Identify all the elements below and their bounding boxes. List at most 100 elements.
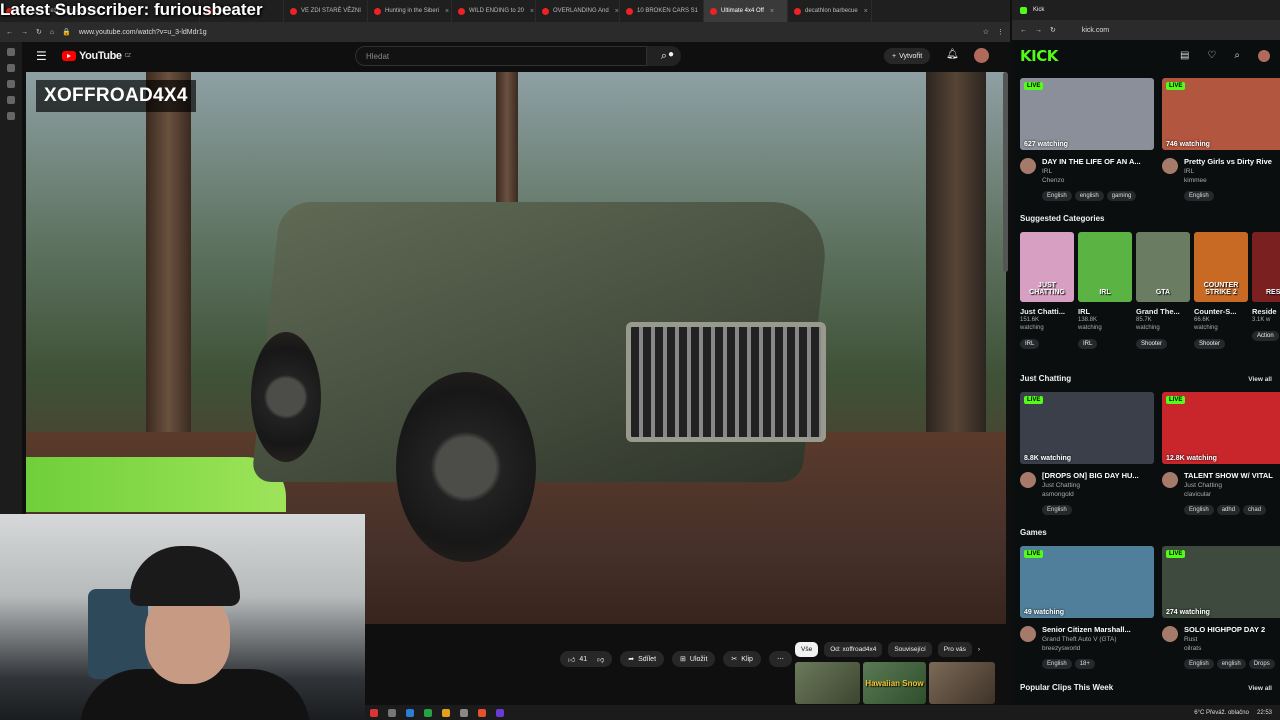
avatar[interactable] xyxy=(974,48,989,63)
close-icon[interactable]: × xyxy=(615,8,619,15)
category-name[interactable]: Reside xyxy=(1252,307,1280,316)
category-card[interactable]: GTA Grand The... 85.7K watching Shooter xyxy=(1136,232,1190,350)
sidebar-icon[interactable] xyxy=(7,80,15,88)
taskbar-app-icon[interactable] xyxy=(406,708,414,717)
tag[interactable]: English xyxy=(1184,191,1214,201)
stream-thumbnail[interactable]: LIVE 12.8K watching xyxy=(1162,392,1280,464)
sidebar-icon[interactable] xyxy=(7,96,15,104)
stream-category[interactable]: IRL xyxy=(1042,168,1052,175)
recommended-thumbnail[interactable]: Hawaiian Snow xyxy=(863,662,926,704)
category-image[interactable]: IRL xyxy=(1078,232,1132,302)
tag[interactable]: English xyxy=(1184,505,1214,515)
stream-category[interactable]: Grand Theft Auto V (GTA) xyxy=(1042,636,1117,643)
kick-url-field[interactable]: kick.com xyxy=(1082,27,1109,34)
tag[interactable]: English xyxy=(1042,191,1072,201)
reload-icon[interactable]: ↻ xyxy=(1050,26,1056,34)
kick-tab[interactable]: Kick xyxy=(1012,0,1280,20)
mic-icon[interactable]: ● xyxy=(668,49,674,60)
streamer-name[interactable]: oilrats xyxy=(1184,645,1201,652)
category-card[interactable]: JUST CHATTING Just Chatti... 151.6K watchin… xyxy=(1020,232,1074,350)
avatar[interactable] xyxy=(1162,472,1178,488)
forward-icon[interactable]: → xyxy=(1035,27,1042,34)
stream-card[interactable]: LIVE 746 watching Pretty Girls vs Dirty Ri… xyxy=(1162,78,1280,201)
tag[interactable]: chad xyxy=(1243,505,1267,515)
stream-card[interactable]: LIVE 627 watching DAY IN THE LIFE OF AN A.… xyxy=(1020,78,1154,201)
reload-icon[interactable]: ↻ xyxy=(36,28,42,36)
stream-thumbnail[interactable]: LIVE 746 watching xyxy=(1162,78,1280,150)
clip-button[interactable]: ✂ Klip xyxy=(723,651,761,667)
category-image[interactable]: RESIDE xyxy=(1252,232,1280,302)
close-icon[interactable]: × xyxy=(864,8,868,15)
kick-logo[interactable]: KICK xyxy=(1020,47,1058,65)
store-icon[interactable]: ▤ xyxy=(1180,50,1189,62)
tag[interactable]: adhd xyxy=(1216,505,1241,515)
avatar[interactable] xyxy=(1162,158,1178,174)
search-input[interactable]: Hledat xyxy=(355,46,647,66)
stream-thumbnail[interactable]: LIVE 627 watching xyxy=(1020,78,1154,150)
clock[interactable]: 22:53 xyxy=(1257,710,1272,716)
taskbar-app-icon[interactable] xyxy=(424,708,432,717)
stream-title[interactable]: TALENT SHOW W/ VITAL xyxy=(1184,471,1273,480)
filter-chip[interactable]: Související xyxy=(888,642,932,657)
taskbar-app-icon[interactable] xyxy=(370,708,378,717)
browser-tab[interactable]: OVERLANDING And × xyxy=(536,0,620,22)
taskbar-app-icon[interactable] xyxy=(478,708,486,717)
streamer-name[interactable]: kimmee xyxy=(1184,177,1207,184)
browser-tab[interactable]: Ultimate 4x4 Off × xyxy=(704,0,788,22)
category-name[interactable]: Grand The... xyxy=(1136,307,1190,316)
browser-tab[interactable]: WILD ENDING to 20 × xyxy=(452,0,536,22)
stream-category[interactable]: IRL xyxy=(1184,168,1194,175)
more-button[interactable]: ⋯ xyxy=(768,651,792,667)
stream-title[interactable]: Senior Citizen Marshall... xyxy=(1042,625,1131,634)
category-name[interactable]: Just Chatti... xyxy=(1020,307,1074,316)
stream-thumbnail[interactable]: LIVE 49 watching xyxy=(1020,546,1154,618)
category-card[interactable]: RESIDE Reside3.1K w Action xyxy=(1252,232,1280,342)
category-image[interactable]: COUNTER STRIKE 2 xyxy=(1194,232,1248,302)
thumbs-down-icon[interactable]: 👎︎ xyxy=(597,655,604,664)
share-button[interactable]: ➦ Sdílet xyxy=(620,651,665,667)
recommended-thumbnail[interactable] xyxy=(795,662,860,704)
taskbar-app-icon[interactable] xyxy=(460,708,468,717)
bookmark-icon[interactable]: ☆ xyxy=(983,28,989,36)
taskbar-app-icon[interactable] xyxy=(496,708,504,717)
search-icon[interactable]: ⌕ xyxy=(1234,50,1240,62)
avatar[interactable] xyxy=(1020,158,1036,174)
tag[interactable]: english xyxy=(1216,659,1246,669)
sidebar-icon[interactable] xyxy=(7,64,15,72)
chevron-right-icon[interactable]: › xyxy=(978,646,980,653)
close-icon[interactable]: × xyxy=(530,8,534,15)
url-field[interactable]: www.youtube.com/watch?v=u_3-ldMdr1g xyxy=(79,29,975,36)
avatar[interactable] xyxy=(1020,472,1036,488)
category-name[interactable]: Counter-S... xyxy=(1194,307,1248,316)
streamer-name[interactable]: clavicular xyxy=(1184,491,1211,498)
tag[interactable]: IRL xyxy=(1020,339,1040,349)
tag[interactable]: Action xyxy=(1252,331,1279,341)
close-icon[interactable]: × xyxy=(770,8,774,15)
category-name[interactable]: IRL xyxy=(1078,307,1132,316)
streamer-name[interactable]: breezysworld xyxy=(1042,645,1080,652)
back-icon[interactable]: ← xyxy=(1020,27,1027,34)
streamer-name[interactable]: asmongold xyxy=(1042,491,1074,498)
stream-title[interactable]: SOLO HIGHPOP DAY 2 xyxy=(1184,625,1265,634)
filter-chip[interactable]: Pro vás xyxy=(937,642,972,657)
search-button[interactable]: ⌕ xyxy=(647,46,681,66)
taskbar-app-icon[interactable] xyxy=(388,708,396,717)
tag[interactable]: gaming xyxy=(1106,191,1137,201)
sidebar-icon[interactable] xyxy=(7,112,15,120)
tag[interactable]: english xyxy=(1074,191,1104,201)
stream-category[interactable]: Just Chatting xyxy=(1042,482,1080,489)
tag[interactable]: 18+ xyxy=(1074,659,1095,669)
stream-thumbnail[interactable]: LIVE 274 watching xyxy=(1162,546,1280,618)
create-button[interactable]: + Vytvořit xyxy=(884,48,931,64)
stream-title[interactable]: [DROPS ON] BIG DAY HU... xyxy=(1042,471,1139,480)
scrollbar[interactable] xyxy=(1003,72,1008,272)
tag[interactable]: English xyxy=(1184,659,1214,669)
filter-chip[interactable]: Vše xyxy=(795,642,819,657)
tag[interactable]: IRL xyxy=(1078,339,1098,349)
view-all-link[interactable]: View all xyxy=(1248,376,1272,383)
taskbar-app-icon[interactable] xyxy=(442,708,450,717)
stream-card[interactable]: LIVE 49 watching Senior Citizen Marshall..… xyxy=(1020,546,1154,669)
tag[interactable]: English xyxy=(1042,659,1072,669)
avatar[interactable] xyxy=(1162,626,1178,642)
tag[interactable]: English xyxy=(1042,505,1072,515)
